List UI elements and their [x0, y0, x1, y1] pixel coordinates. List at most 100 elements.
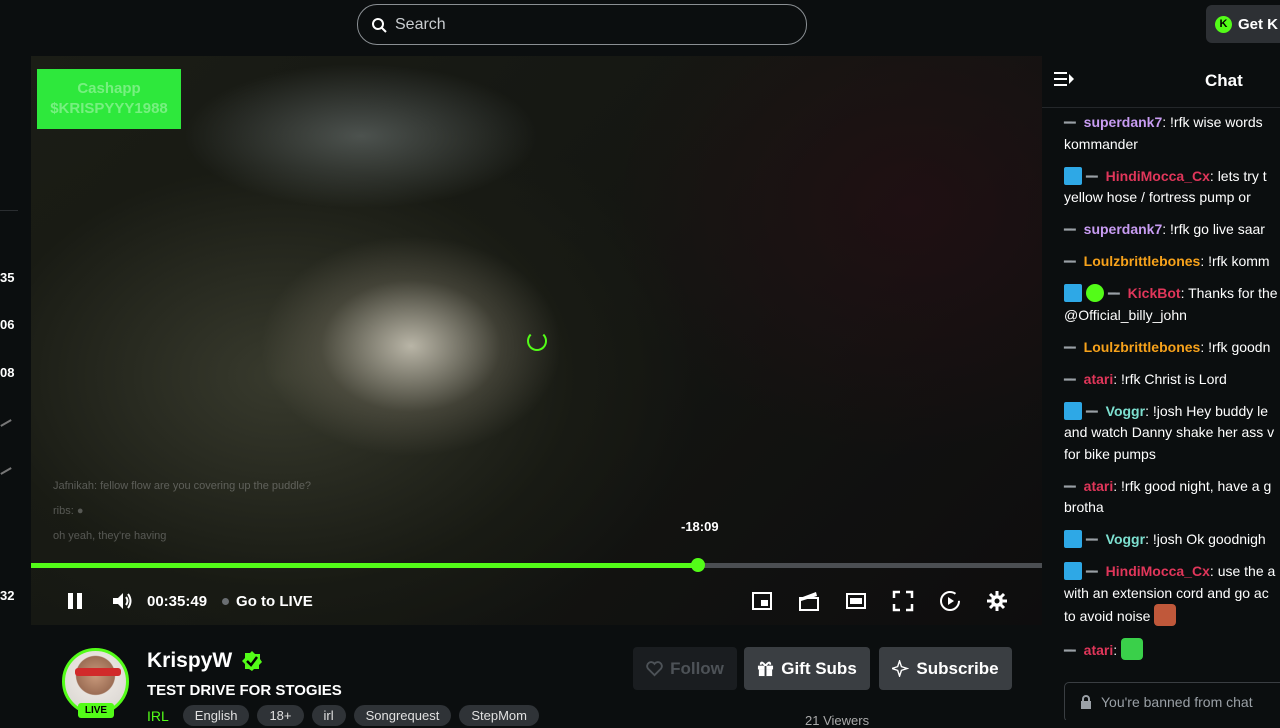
chat-username[interactable]: Loulzbrittlebones — [1084, 339, 1201, 355]
chat-username[interactable]: superdank7 — [1084, 221, 1163, 237]
avatar-headband — [75, 668, 121, 676]
search-icon — [372, 17, 387, 33]
chat-username[interactable]: KickBot — [1128, 285, 1181, 301]
theater-mode-button[interactable] — [845, 590, 867, 612]
chat-message: ━╸ HindiMocca_Cx: use the a with an extens… — [1064, 561, 1280, 628]
chat-text-cont: for bike pumps — [1064, 445, 1156, 462]
clip-button[interactable] — [798, 590, 820, 612]
loading-spinner-icon — [527, 331, 547, 351]
chat-separator: : — [1209, 167, 1218, 184]
chat-header: Chat — [1042, 50, 1280, 108]
collapse-chat-icon[interactable] — [1054, 70, 1074, 88]
tag-chip[interactable]: StepMom — [459, 705, 539, 726]
video-player[interactable]: Cashapp $KRISPYYY1988 Jafnikah: fellow f… — [31, 56, 1042, 625]
player-controls: 00:35:49 Go to LIVE — [31, 583, 1042, 619]
tag-chip[interactable]: Songrequest — [353, 705, 452, 726]
sword-badge-icon: ━╸ — [1086, 564, 1102, 579]
chat-message: ━╸ atari: !rfk Christ is Lord — [1064, 369, 1280, 391]
chat-text-cont: to avoid noise — [1064, 608, 1151, 624]
chat-username[interactable]: atari — [1084, 478, 1114, 494]
search-input[interactable]: Search — [357, 4, 807, 45]
chat-separator: : — [1145, 402, 1153, 419]
sword-badge-icon: ━╸ — [1086, 532, 1102, 547]
chat-message: ━╸ superdank7: !rfk go live saar — [1064, 219, 1280, 241]
chat-panel: Chat ━╸ superdank7: !rfk wise words komman… — [1042, 50, 1280, 720]
volume-button[interactable] — [111, 590, 133, 612]
chat-username[interactable]: HindiMocca_Cx — [1106, 563, 1210, 579]
category-link[interactable]: IRL — [147, 708, 169, 724]
sidebar-icon — [0, 419, 12, 427]
miniplayer-button[interactable] — [751, 590, 773, 612]
moderator-badge-icon — [1064, 166, 1082, 185]
sidebar-divider — [0, 210, 18, 211]
rewind-icon — [940, 591, 960, 611]
sword-badge-icon: ━╸ — [1086, 168, 1102, 184]
chat-text: Thanks for the fo — [1188, 285, 1280, 301]
sword-badge-icon: ━╸ — [1064, 115, 1080, 130]
search-placeholder: Search — [395, 15, 446, 33]
chat-title: Chat — [1205, 71, 1243, 90]
sword-badge-icon: ━╸ — [1108, 286, 1124, 301]
sword-badge-icon: ━╸ — [1064, 222, 1080, 237]
chat-message: ━╸ superdank7: !rfk wise words kommander — [1064, 112, 1280, 155]
chat-text: !rfk wise words — [1170, 114, 1263, 130]
chat-text: !rfk Christ is Lord — [1121, 370, 1227, 387]
overlay-chat-line: Jafnikah: fellow flow are you covering u… — [53, 480, 312, 492]
chat-text-cont: with an extension cord and go ac — [1064, 584, 1269, 601]
chat-text: !rfk komm — [1208, 253, 1270, 269]
chat-username[interactable]: Voggr — [1106, 531, 1145, 547]
chat-username[interactable]: HindiMocca_Cx — [1106, 168, 1210, 184]
sidebar-viewer-count: 32 — [0, 588, 15, 603]
chat-text: !rfk go live saar — [1170, 221, 1265, 237]
moderator-badge-icon — [1064, 562, 1082, 580]
chat-username[interactable]: atari — [1084, 642, 1114, 658]
chat-username[interactable]: Loulzbrittlebones — [1084, 253, 1201, 269]
streamer-name-text: KrispyW — [147, 649, 233, 672]
stream-tags: IRL English 18+ irl Songrequest StepMom — [147, 705, 539, 726]
chat-text: !josh Ok goodnigh — [1152, 531, 1266, 547]
chat-text-cont: yellow hose / fortress pump or — [1064, 189, 1251, 205]
gift-subs-button[interactable]: Gift Subs — [744, 647, 870, 690]
rewind-button[interactable] — [939, 590, 961, 612]
get-kick-label: Get K — [1238, 15, 1279, 33]
fullscreen-button[interactable] — [892, 590, 914, 612]
sidebar-icon — [0, 467, 12, 475]
chat-message: ━╸ HindiMocca_Cx: lets try t yellow hose /… — [1064, 166, 1280, 209]
sidebar-viewer-count: 06 — [0, 317, 15, 332]
gift-icon — [758, 661, 774, 677]
gift-subs-label: Gift Subs — [781, 658, 857, 678]
chat-text-cont: brotha — [1064, 499, 1104, 515]
streamer-name[interactable]: KrispyW — [147, 649, 263, 673]
chat-input-placeholder: You're banned from chat — [1101, 694, 1253, 710]
chat-username[interactable]: superdank7 — [1084, 114, 1163, 130]
sparkle-icon — [892, 660, 910, 677]
settings-icon — [987, 591, 1007, 611]
go-to-live-button[interactable]: Go to LIVE — [222, 593, 313, 610]
emote-icon — [1121, 638, 1144, 660]
chat-input[interactable]: You're banned from chat — [1064, 682, 1280, 720]
chat-separator: : — [1200, 338, 1209, 355]
sword-badge-icon: ━╸ — [1086, 403, 1102, 419]
chat-username[interactable]: atari — [1084, 371, 1114, 387]
cashapp-overlay: Cashapp $KRISPYYY1988 — [37, 69, 181, 129]
tag-chip[interactable]: 18+ — [257, 705, 304, 726]
chat-username[interactable]: Voggr — [1106, 403, 1145, 419]
chat-text-cont: and watch Danny shake her ass v — [1064, 424, 1275, 440]
chat-separator: : — [1162, 114, 1171, 130]
sword-badge-icon: ━╸ — [1064, 339, 1080, 355]
miniplayer-icon — [752, 592, 772, 610]
tag-chip[interactable]: English — [182, 705, 250, 726]
follow-button[interactable]: Follow — [633, 647, 737, 690]
get-kick-button[interactable]: K Get K — [1206, 5, 1280, 43]
chat-separator: : — [1145, 531, 1153, 547]
settings-button[interactable] — [986, 590, 1008, 612]
sword-badge-icon: ━╸ — [1064, 478, 1080, 494]
pause-button[interactable] — [64, 590, 86, 612]
chat-separator: : — [1113, 370, 1122, 387]
heart-icon — [646, 661, 663, 677]
chat-text: use the a — [1217, 563, 1276, 579]
chat-separator: : — [1113, 642, 1122, 658]
subscribe-button[interactable]: Subscribe — [879, 647, 1012, 690]
progress-bar[interactable] — [31, 558, 1042, 572]
tag-chip[interactable]: irl — [311, 705, 346, 726]
